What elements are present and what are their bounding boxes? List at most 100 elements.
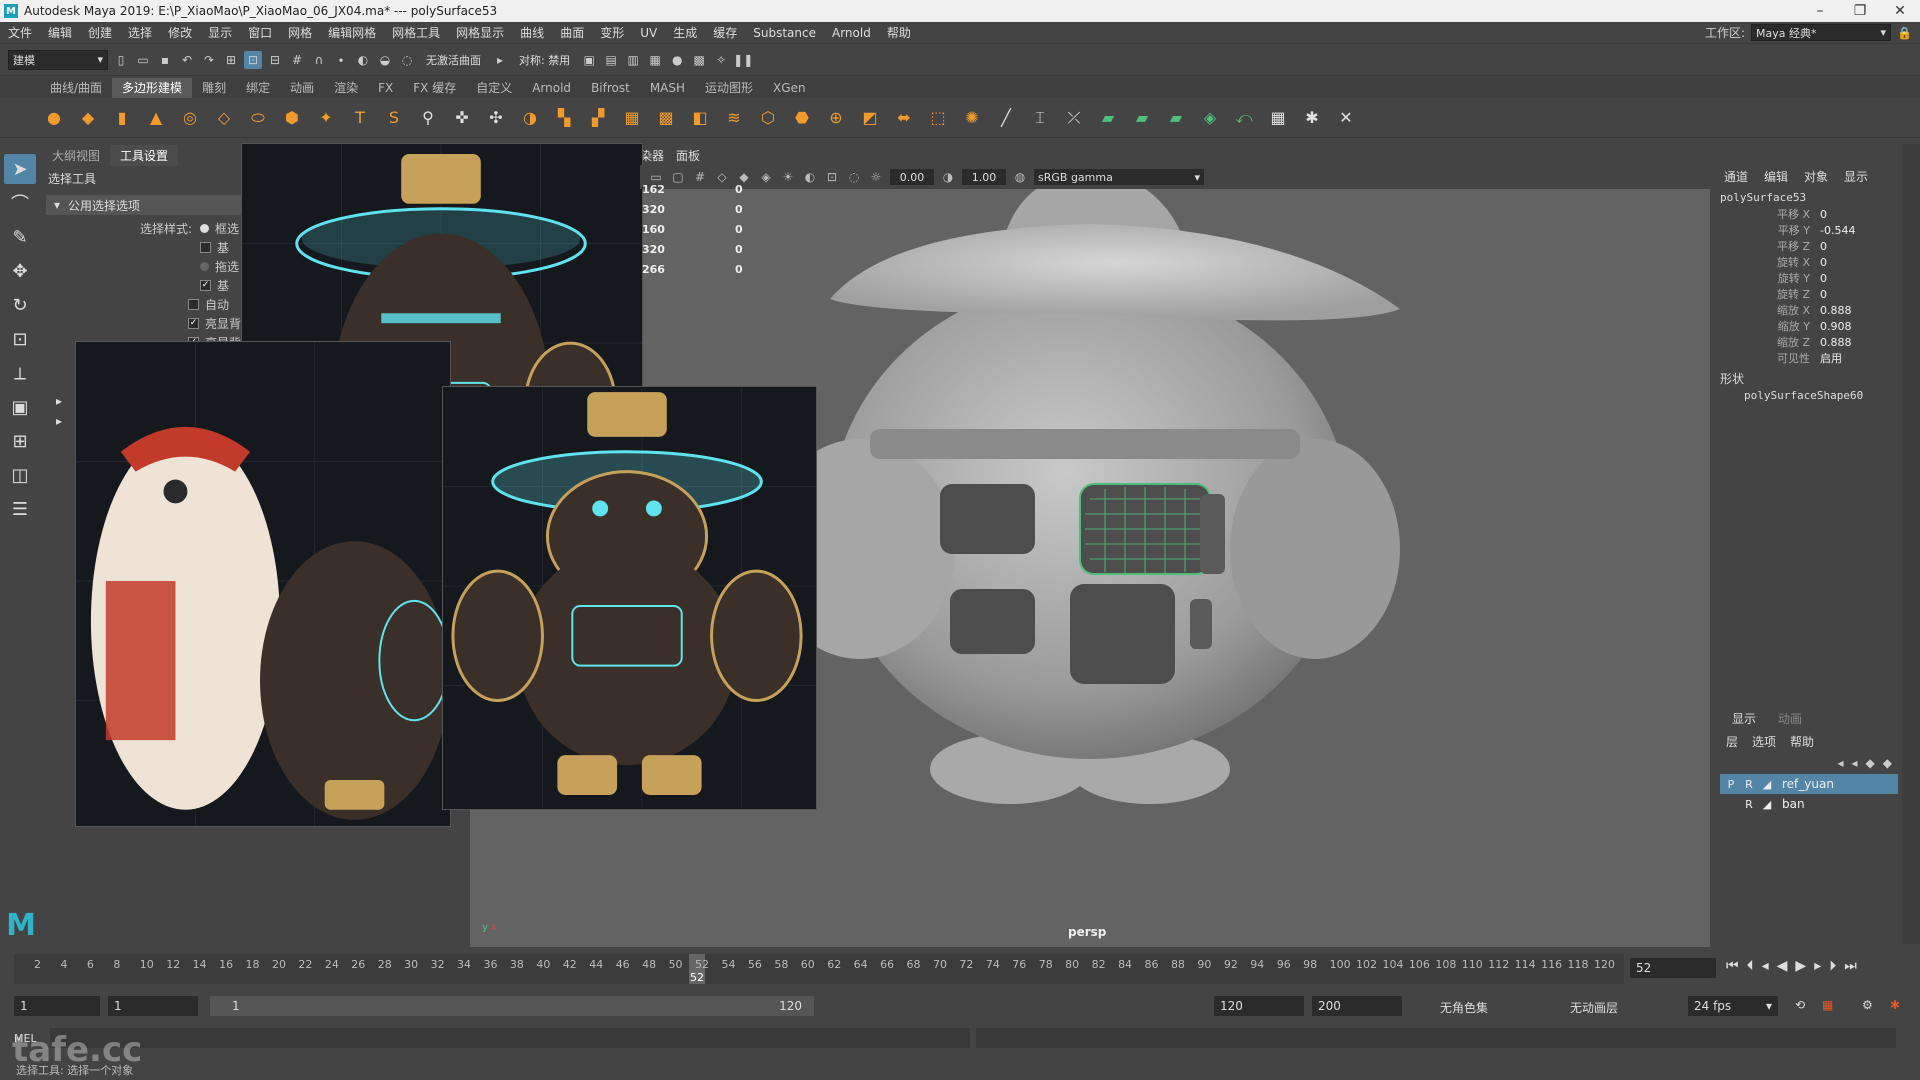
isolate-icon[interactable]: ⊡ — [824, 169, 840, 185]
poly-cube-icon[interactable]: ◆ — [76, 106, 100, 130]
channel-box-menu[interactable]: 编辑 — [1764, 168, 1788, 185]
channel-label[interactable]: 缩放 Y — [1718, 318, 1820, 334]
outliner-layout-icon[interactable]: ☰ — [4, 494, 36, 524]
layers-menu[interactable]: 层 — [1726, 733, 1738, 750]
new-scene-icon[interactable]: ▯ — [112, 51, 130, 69]
channel-label[interactable]: 缩放 X — [1718, 302, 1820, 318]
character-set-label[interactable]: 无角色集 — [1440, 999, 1488, 1016]
history-icon[interactable]: ▸ — [491, 51, 509, 69]
menu-item[interactable]: 选择 — [120, 24, 160, 41]
channel-label[interactable]: 平移 Y — [1718, 222, 1820, 238]
menu-item[interactable]: Arnold — [824, 26, 879, 40]
pause-icon[interactable]: ❚❚ — [733, 51, 753, 69]
shelf-tab[interactable]: 雕刻 — [192, 78, 236, 98]
layer-playback-toggle[interactable]: P — [1724, 778, 1738, 791]
reduce-icon[interactable]: ▩ — [654, 106, 678, 130]
channel-label[interactable]: 旋转 Y — [1718, 270, 1820, 286]
auto-key-icon[interactable]: ▦ — [1822, 998, 1833, 1012]
menu-set-dropdown[interactable]: 建模 ▾ — [8, 49, 108, 70]
poke-icon[interactable]: ✺ — [960, 106, 984, 130]
menu-item[interactable]: 网格 — [280, 24, 320, 41]
uv-auto-icon[interactable]: ◈ — [1198, 106, 1222, 130]
mirror-icon[interactable]: ▞ — [586, 106, 610, 130]
render-sequence-icon[interactable]: ▤ — [602, 51, 620, 69]
channel-row[interactable]: 旋转 Z0 — [1718, 286, 1900, 302]
prefs-icon[interactable]: ⚙ — [1862, 998, 1873, 1012]
playback-end-field[interactable]: 120 — [1214, 996, 1304, 1016]
menu-item[interactable]: 窗口 — [240, 24, 280, 41]
exposure-icon[interactable]: ☼ — [868, 169, 884, 185]
shelf-tab[interactable]: 绑定 — [236, 78, 280, 98]
smooth-icon[interactable]: ▦ — [620, 106, 644, 130]
edge-loop-icon[interactable]: ⌶ — [1028, 106, 1052, 130]
channel-box-menu[interactable]: 显示 — [1844, 168, 1868, 185]
maximize-icon[interactable]: ❐ — [1840, 3, 1880, 19]
super-shape-icon[interactable]: ✦ — [314, 106, 338, 130]
channel-label[interactable]: 平移 X — [1718, 206, 1820, 222]
time-ruler[interactable]: 52 2 4 6 8 10 12 14 16 18 20 22 24 26 28 30 32 34 36 38 40 4… — [14, 954, 1624, 984]
menu-item[interactable]: 缓存 — [705, 24, 745, 41]
symmetry-label[interactable]: 对称: 禁用 — [513, 52, 576, 68]
channel-box-menu[interactable]: 对象 — [1804, 168, 1828, 185]
step-forward-key-icon[interactable]: ⏵ — [1829, 958, 1836, 974]
tab-outliner[interactable]: 大纲视图 — [42, 145, 110, 166]
tab-anim-layers[interactable]: 动画 — [1778, 710, 1802, 727]
color-management-icon[interactable]: ◍ — [1012, 169, 1028, 185]
option-checkbox[interactable] — [200, 242, 211, 253]
options-menu[interactable]: 选项 — [1752, 733, 1776, 750]
close-icon[interactable]: ✕ — [1880, 3, 1920, 19]
bevel-icon[interactable]: ◩ — [858, 106, 882, 130]
lasso-tool-icon[interactable]: ⌒ — [4, 188, 36, 218]
four-view-icon[interactable]: ⊞ — [4, 426, 36, 456]
channel-row[interactable]: 平移 Y -0.544 — [1718, 222, 1900, 238]
exposure-field[interactable]: 0.00 — [890, 169, 934, 185]
layer-row[interactable]: R ◢ ban — [1720, 794, 1898, 814]
uv-editor-icon[interactable]: ▦ — [1266, 106, 1290, 130]
step-forward-frame-icon[interactable]: ▸ — [1814, 958, 1821, 974]
fps-dropdown[interactable]: 24 fps ▾ — [1688, 996, 1778, 1016]
channel-row[interactable]: 缩放 Z 0.888 — [1718, 334, 1900, 350]
layer-color-icon[interactable]: ◢ — [1760, 778, 1774, 791]
poly-type-icon[interactable]: T — [348, 106, 372, 130]
menu-item[interactable]: UV — [632, 26, 665, 40]
snap-view-icon[interactable]: ◐ — [354, 51, 372, 69]
channel-label[interactable]: 旋转 X — [1718, 254, 1820, 270]
uv-planar-icon[interactable]: ▰ — [1096, 106, 1120, 130]
select-hierarchy-icon[interactable]: ⊞ — [222, 51, 240, 69]
poly-cone-icon[interactable]: ▲ — [144, 106, 168, 130]
shelf-tab[interactable]: FX — [368, 78, 403, 98]
shelf-tab[interactable]: 多边形建模 — [112, 78, 193, 98]
command-input[interactable] — [50, 1028, 970, 1048]
shadows-icon[interactable]: ◐ — [802, 169, 818, 185]
menu-item[interactable]: 帮助 — [879, 24, 919, 41]
menu-item[interactable]: 创建 — [80, 24, 120, 41]
shelf-tab[interactable]: XGen — [763, 78, 816, 98]
layer-type-toggle[interactable]: R — [1742, 798, 1756, 811]
poly-plane-icon[interactable]: ◇ — [212, 106, 236, 130]
uv-spherical-icon[interactable]: ▰ — [1164, 106, 1188, 130]
gamma-icon[interactable]: ◑ — [940, 169, 956, 185]
snap-curve-icon[interactable]: ∩ — [310, 51, 328, 69]
boolean-icon[interactable]: ◧ — [688, 106, 712, 130]
uv-cut-icon[interactable]: ⤺ — [1232, 106, 1256, 130]
transform-constraint-icon[interactable]: ✣ — [484, 106, 508, 130]
menu-item[interactable]: 修改 — [160, 24, 200, 41]
layer-color-icon[interactable]: ◢ — [1760, 798, 1774, 811]
open-scene-icon[interactable]: ▭ — [134, 51, 152, 69]
channel-value[interactable]: 0 — [1820, 208, 1827, 221]
channel-value[interactable]: 0.888 — [1820, 304, 1852, 317]
shelf-tab[interactable]: Arnold — [522, 78, 581, 98]
shelf-tab[interactable]: 自定义 — [466, 78, 522, 98]
marquee-radio[interactable] — [200, 224, 209, 233]
xray-icon[interactable]: ◌ — [846, 169, 862, 185]
shelf-tab[interactable]: 曲线/曲面 — [40, 78, 112, 98]
separate-icon[interactable]: ▚ — [552, 106, 576, 130]
channel-row[interactable]: 可见性 启用 — [1718, 350, 1900, 366]
anim-layer-label[interactable]: 无动画层 — [1570, 999, 1618, 1016]
play-backwards-icon[interactable]: ◀ — [1777, 958, 1788, 974]
ipr-render-icon[interactable]: ▥ — [624, 51, 642, 69]
channel-row[interactable]: 缩放 Y 0.908 — [1718, 318, 1900, 334]
new-layer-icon[interactable]: ◆ — [1866, 756, 1875, 770]
color-space-dropdown[interactable]: sRGB gamma ▾ — [1034, 169, 1204, 185]
character-icon[interactable]: ✱ — [1890, 998, 1900, 1012]
